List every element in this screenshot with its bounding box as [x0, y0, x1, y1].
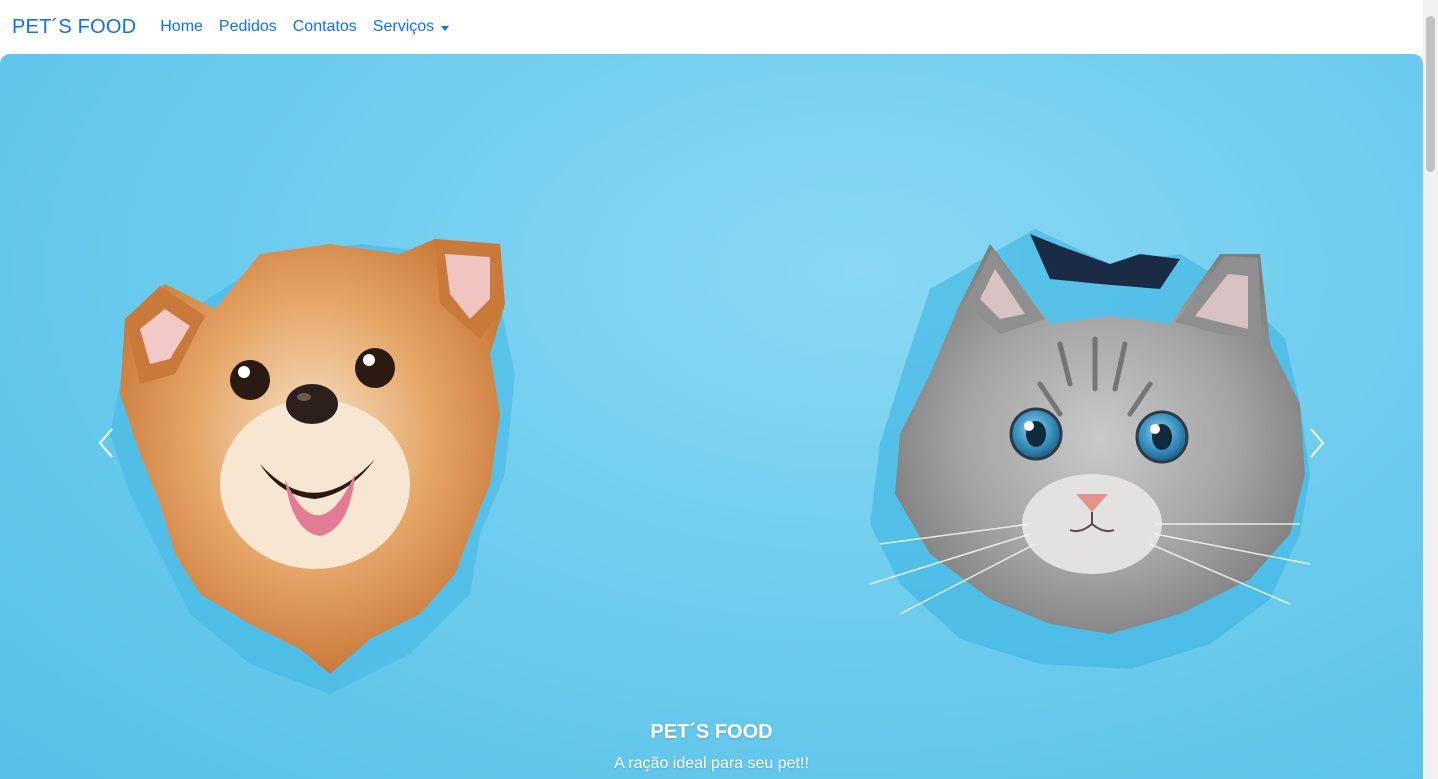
brand-link[interactable]: PET´S FOOD [12, 16, 136, 39]
carousel-prev-button[interactable] [87, 423, 127, 463]
scrollbar-thumb[interactable] [1426, 16, 1435, 172]
nav-item-servicos-dropdown[interactable]: Serviços [365, 18, 457, 36]
page-scrollbar[interactable] [1423, 0, 1438, 779]
carousel: PET´S FOOD A ração ideal para seu pet!! [0, 54, 1423, 779]
nav-menu: Home Pedidos Contatos Serviços [152, 18, 457, 36]
nav-item-contatos[interactable]: Contatos [285, 18, 365, 36]
nav-item-home[interactable]: Home [152, 18, 211, 36]
chevron-right-icon [1310, 428, 1325, 458]
chevron-left-icon [98, 428, 113, 458]
caret-down-icon [441, 25, 450, 31]
nav-item-pedidos[interactable]: Pedidos [211, 18, 285, 36]
navbar: PET´S FOOD Home Pedidos Contatos Serviço… [0, 0, 1423, 54]
nav-item-servicos-label: Serviços [372, 18, 435, 35]
carousel-caption-title: PET´S FOOD [650, 721, 773, 743]
carousel-caption-text: A ração ideal para seu pet!! [614, 755, 809, 772]
hero-image [110, 229, 1311, 694]
carousel-next-button[interactable] [1296, 423, 1336, 463]
